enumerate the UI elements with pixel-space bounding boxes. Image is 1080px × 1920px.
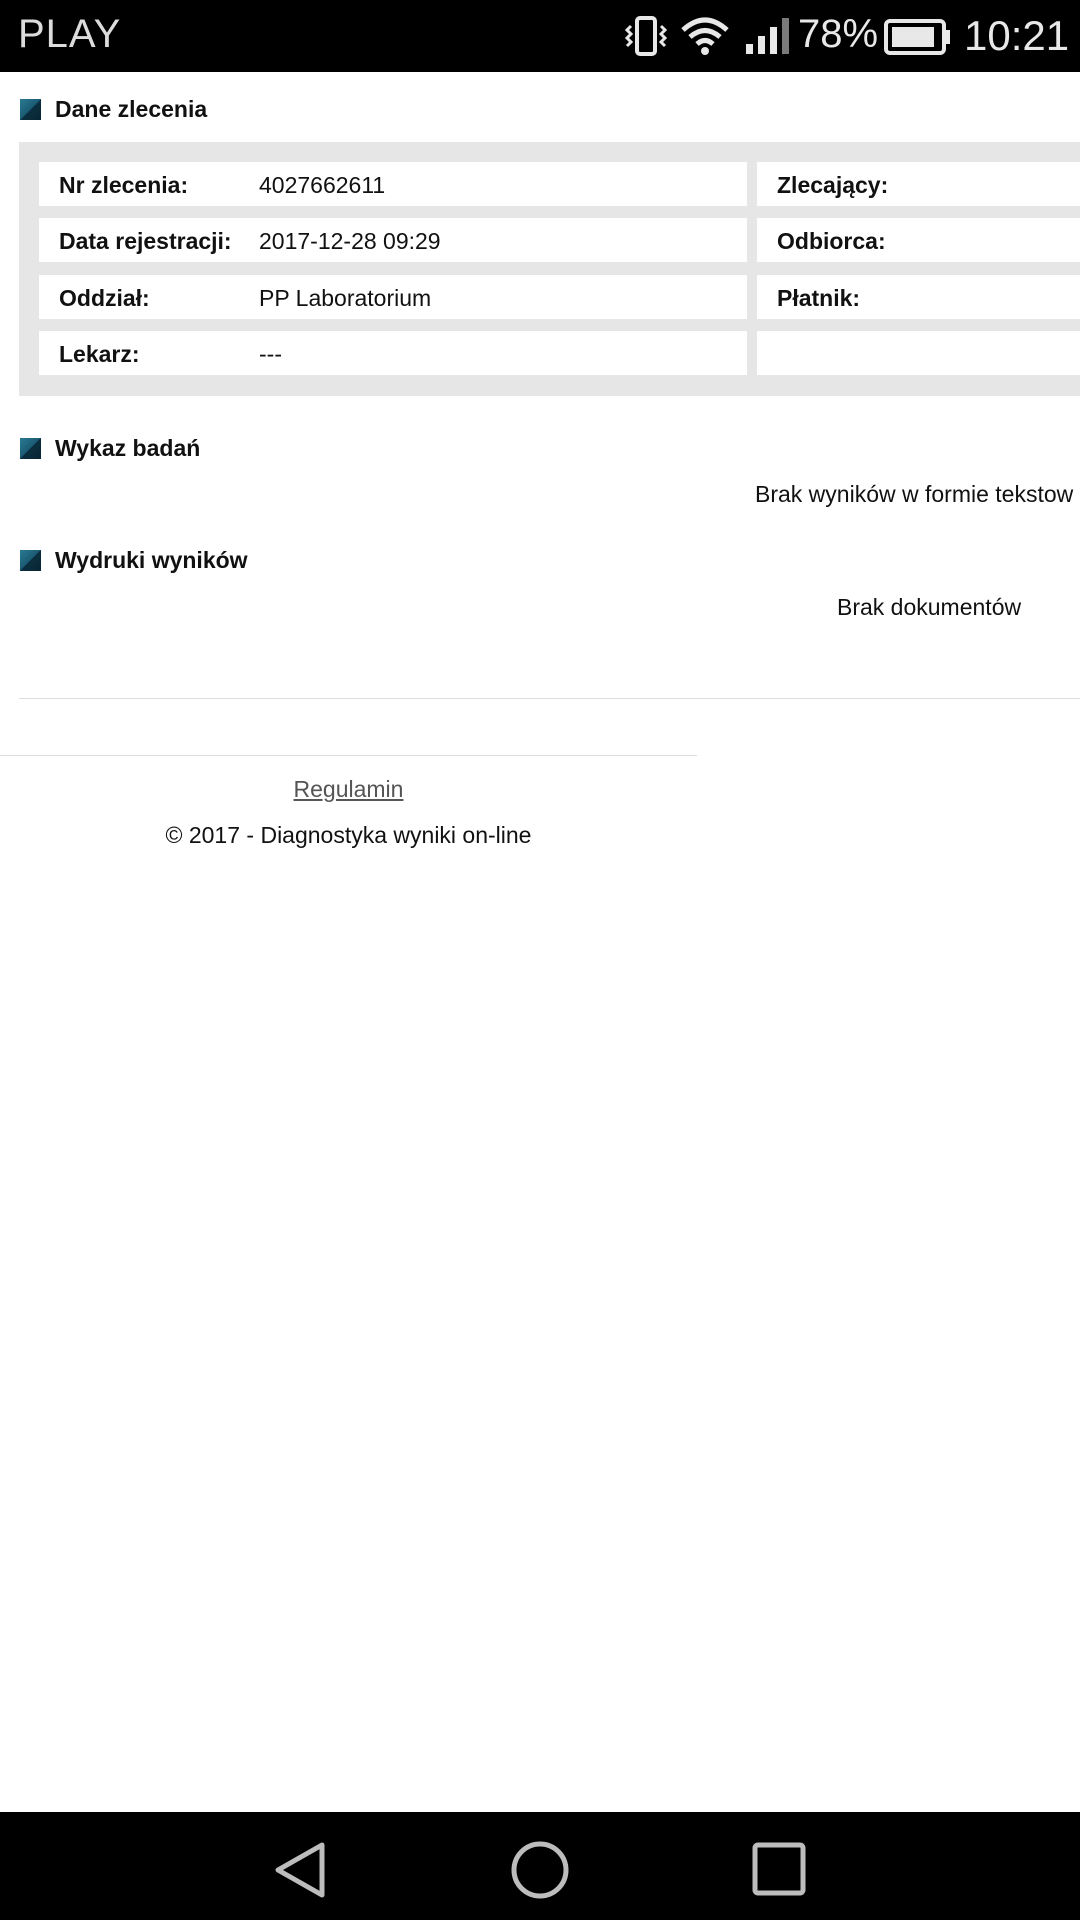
footer-link-row: Regulamin [0, 776, 697, 803]
battery-icon [884, 18, 952, 61]
footer-divider [0, 755, 697, 756]
detail-label: Płatnik: [777, 285, 861, 311]
order-details-header: Dane zlecenia [20, 94, 207, 124]
detail-label: Data rejestracji: [59, 228, 232, 254]
detail-label: Lekarz: [59, 341, 140, 367]
wifi-icon [680, 16, 730, 61]
order-details-panel: Nr zlecenia: 4027662611 Data rejestracji… [19, 142, 1080, 396]
tests-header: Wykaz badań [20, 433, 200, 463]
detail-row: Data rejestracji: 2017-12-28 09:29 [39, 218, 747, 262]
detail-row: Płatnik: [757, 275, 1080, 319]
detail-row: Zlecający: [757, 162, 1080, 206]
recents-icon[interactable] [750, 1840, 810, 1905]
battery-percent: 78% [798, 12, 879, 56]
terms-link[interactable]: Regulamin [294, 776, 404, 802]
copyright-text: © 2017 - Diagnostyka wyniki on-line [165, 822, 532, 848]
detail-row [757, 331, 1080, 375]
divider [19, 698, 1080, 699]
section-square-icon [20, 437, 41, 459]
detail-value: 2017-12-28 09:29 [259, 228, 441, 254]
detail-row: Odbiorca: [757, 218, 1080, 262]
detail-row: Oddział: PP Laboratorium [39, 275, 747, 319]
detail-value: --- [259, 341, 282, 367]
clock: 10:21 [964, 12, 1070, 59]
signal-icon [744, 16, 792, 61]
back-icon[interactable] [270, 1840, 330, 1905]
navigation-bar [0, 1812, 1080, 1920]
printouts-empty-message: Brak dokumentów [837, 594, 1022, 620]
carrier-name: PLAY [18, 12, 122, 56]
section-square-icon [20, 549, 41, 571]
home-icon[interactable] [510, 1840, 570, 1905]
detail-value: 4027662611 [259, 172, 386, 198]
tests-title: Wykaz badań [55, 434, 201, 461]
tests-empty-message: Brak wyników w formie tekstow [755, 481, 1074, 507]
detail-label: Oddział: [59, 285, 150, 311]
detail-row: Nr zlecenia: 4027662611 [39, 162, 747, 206]
detail-label: Odbiorca: [777, 228, 886, 254]
order-details-title: Dane zlecenia [55, 95, 208, 122]
printouts-header: Wydruki wyników [20, 545, 248, 575]
detail-row: Lekarz: --- [39, 331, 747, 375]
detail-label: Zlecający: [777, 172, 889, 198]
printouts-title: Wydruki wyników [55, 546, 248, 573]
vibrate-icon [624, 16, 668, 61]
detail-label: Nr zlecenia: [59, 172, 189, 198]
status-bar: PLAY 78% 10:21 [0, 0, 1080, 72]
section-square-icon [20, 98, 41, 120]
screen: PLAY 78% 10:21 Dane zlecenia Nr zlecenia… [0, 0, 1080, 1920]
detail-value: PP Laboratorium [259, 285, 432, 311]
